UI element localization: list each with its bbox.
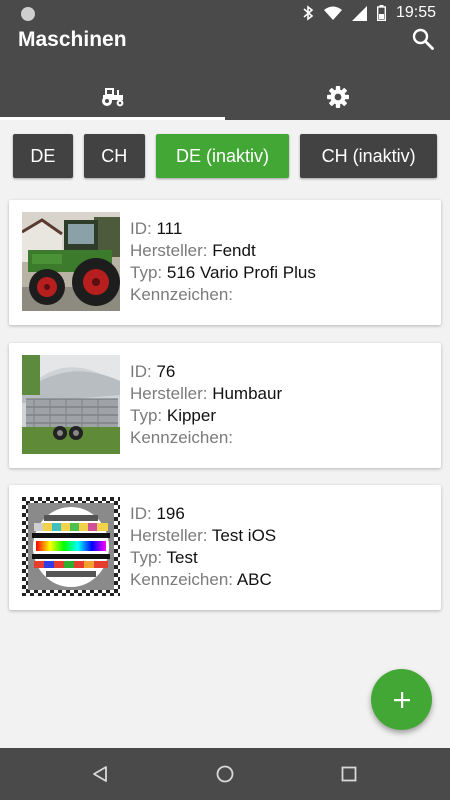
machine-type: Test — [166, 548, 198, 567]
app-bar: Maschinen — [0, 26, 450, 120]
navigation-bar — [0, 748, 450, 800]
machine-info: ID: 76 Hersteller: Humbaur Typ: Kipper K… — [130, 361, 282, 449]
filter-ch-button[interactable]: CH — [83, 134, 145, 178]
machine-manufacturer-row: Hersteller: Test iOS — [130, 525, 276, 547]
bluetooth-icon — [302, 5, 314, 21]
machine-card[interactable]: ID: 76 Hersteller: Humbaur Typ: Kipper K… — [9, 343, 441, 468]
machine-manufacturer-row: Hersteller: Fendt — [130, 240, 316, 262]
machine-id-row: ID: 196 — [130, 503, 276, 525]
add-machine-button[interactable] — [371, 669, 432, 730]
machine-manufacturer: Test iOS — [211, 526, 277, 545]
recents-icon — [341, 766, 357, 782]
back-icon — [93, 766, 107, 782]
battery-icon — [376, 5, 386, 21]
tab-machines[interactable] — [0, 74, 225, 120]
tab-settings[interactable] — [225, 74, 450, 120]
plate-label: Kennzeichen: — [130, 428, 234, 447]
machine-info: ID: 111 Hersteller: Fendt Typ: 516 Vario… — [130, 218, 316, 306]
machine-plate-row: Kennzeichen: — [130, 284, 316, 306]
type-label: Typ: — [130, 263, 163, 282]
machine-id: 76 — [156, 362, 176, 381]
tractor-icon — [101, 88, 123, 107]
gear-icon — [326, 86, 349, 108]
clock: 19:55 — [395, 4, 436, 21]
id-label: ID: — [130, 219, 152, 238]
filter-de-button[interactable]: DE — [13, 134, 73, 178]
machine-type-row: Typ: 516 Vario Profi Plus — [130, 262, 316, 284]
type-label: Typ: — [130, 548, 163, 567]
machine-type-row: Typ: Kipper — [130, 405, 282, 427]
id-label: ID: — [130, 362, 152, 381]
status-bar: 19:55 — [0, 0, 450, 26]
machine-plate: ABC — [236, 570, 272, 589]
wifi-icon — [323, 6, 342, 20]
trailer-photo — [22, 355, 120, 454]
test-pattern — [22, 497, 120, 596]
home-icon — [216, 765, 234, 783]
plus-icon — [393, 691, 410, 708]
type-label: Typ: — [130, 406, 163, 425]
machine-plate-row: Kennzeichen: ABC — [130, 569, 276, 591]
filter-ch-inactive-button[interactable]: CH (inaktiv) — [300, 134, 437, 178]
machine-info: ID: 196 Hersteller: Test iOS Typ: Test K… — [130, 503, 276, 591]
tractor-photo — [22, 212, 120, 311]
machine-card[interactable]: ID: 111 Hersteller: Fendt Typ: 516 Vario… — [9, 200, 441, 325]
notification-dot-icon — [21, 7, 35, 21]
signal-icon — [351, 5, 367, 21]
machine-type: Kipper — [166, 406, 216, 425]
machine-manufacturer: Fendt — [212, 241, 256, 260]
machine-manufacturer-row: Hersteller: Humbaur — [130, 383, 282, 405]
filter-de-inactive-button[interactable]: DE (inaktiv) — [155, 134, 290, 178]
manufacturer-label: Hersteller: — [130, 384, 208, 403]
manufacturer-label: Hersteller: — [130, 526, 208, 545]
search-button[interactable] — [410, 26, 436, 52]
machine-type-row: Typ: Test — [130, 547, 276, 569]
tab-indicator — [0, 117, 225, 120]
machine-card[interactable]: ID: 196 Hersteller: Test iOS Typ: Test K… — [9, 485, 441, 610]
machine-id: 111 — [156, 219, 183, 238]
recents-button[interactable] — [337, 762, 361, 786]
manufacturer-label: Hersteller: — [130, 241, 208, 260]
search-icon — [412, 28, 434, 50]
filter-bar: DE CH DE (inaktiv) CH (inaktiv) — [13, 134, 437, 178]
back-button[interactable] — [88, 762, 112, 786]
machine-id-row: ID: 76 — [130, 361, 282, 383]
plate-label: Kennzeichen: — [130, 285, 234, 304]
id-label: ID: — [130, 504, 152, 523]
machine-plate-row: Kennzeichen: — [130, 427, 282, 449]
machine-type: 516 Vario Profi Plus — [166, 263, 316, 282]
machine-manufacturer: Humbaur — [212, 384, 283, 403]
home-button[interactable] — [213, 762, 237, 786]
machine-id: 196 — [156, 504, 185, 523]
plate-label: Kennzeichen: — [130, 570, 234, 589]
page-title: Maschinen — [18, 28, 127, 51]
machine-id-row: ID: 111 — [130, 218, 316, 240]
status-icons: 19:55 — [302, 0, 436, 26]
